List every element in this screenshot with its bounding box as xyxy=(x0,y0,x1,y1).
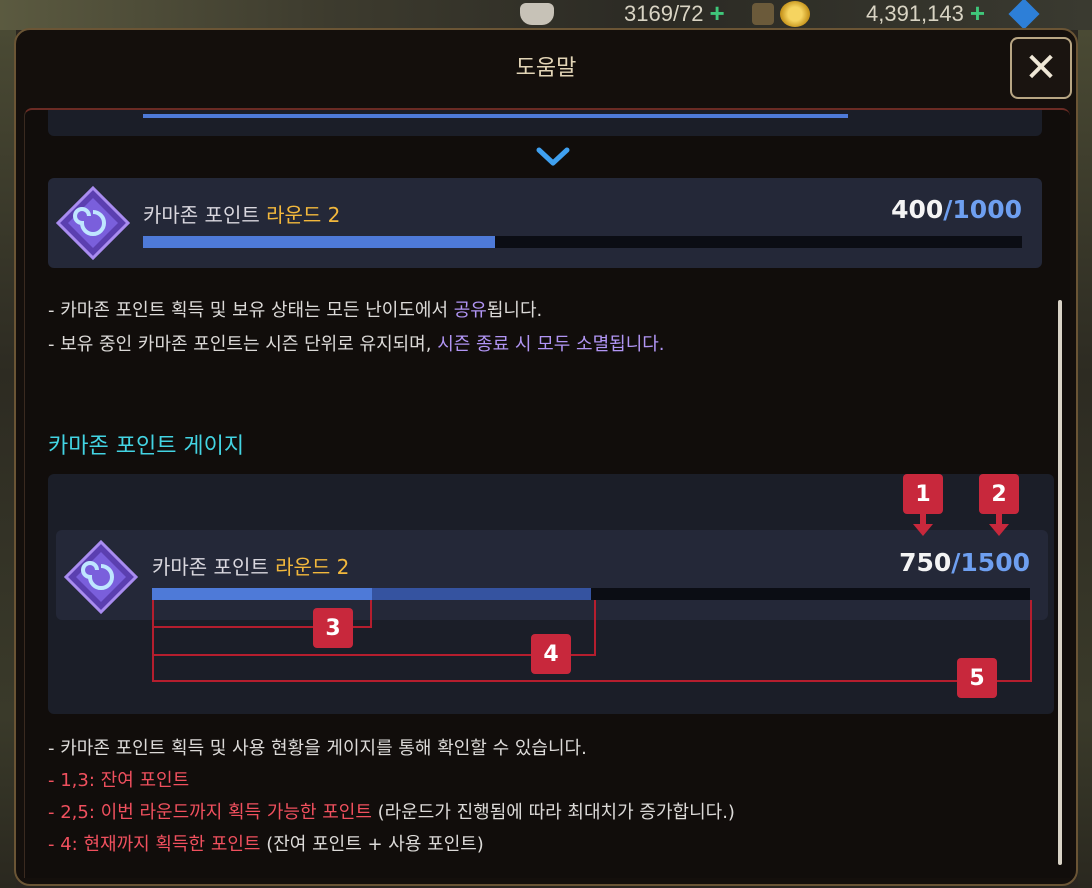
marker-3: 3 xyxy=(313,608,353,648)
gauge-note-text: (라운드가 진행됨에 따라 최대치가 증가합니다.) xyxy=(371,802,735,823)
stamina-counter: 3169/72 + xyxy=(520,0,725,29)
marker-2: 2 xyxy=(979,474,1019,514)
round-label: 라운드 2 xyxy=(275,555,350,579)
bag-icon xyxy=(752,2,774,25)
gold-plus-icon[interactable]: + xyxy=(970,0,985,29)
gauge-note-key: - 4: 현재까지 획득한 포인트 xyxy=(48,834,261,855)
note-season: - 보유 중인 카마존 포인트는 시즌 단위로 유지되며, 시즌 종료 시 모두… xyxy=(48,330,665,356)
gauge-point-label: 카마존 포인트 라운드 2 xyxy=(152,551,349,580)
note-shared: - 카마존 포인트 획득 및 보유 상태는 모든 난이도에서 공유됩니다. xyxy=(48,296,542,322)
close-button[interactable]: ✕ xyxy=(1010,37,1072,99)
game-background-right xyxy=(1078,30,1092,888)
point-label-prefix: 카마존 포인트 xyxy=(143,203,267,227)
point-label: 카마존 포인트 라운드 2 xyxy=(143,199,340,228)
point-max: /1000 xyxy=(943,195,1022,224)
arrow-down-icon xyxy=(913,514,933,536)
gauge-note-text: (잔여 포인트 + 사용 포인트) xyxy=(260,834,484,855)
gauge-note-key: - 1,3: 잔여 포인트 xyxy=(48,770,190,791)
gauge-note: - 카마존 포인트 획득 및 사용 현황을 게이지를 통해 확인할 수 있습니다… xyxy=(48,734,587,760)
content-scrollbar[interactable] xyxy=(1058,300,1062,865)
gold-value: 4,391,143 xyxy=(866,0,964,26)
kamazone-gem-icon xyxy=(56,186,130,260)
gauge-note-key: - 2,5: 이번 라운드까지 획득 가능한 포인트 xyxy=(48,802,372,823)
kamazone-gem-icon xyxy=(64,540,138,614)
stamina-plus-icon[interactable]: + xyxy=(710,0,725,29)
note-highlight: 공유 xyxy=(453,300,487,321)
note-highlight: 시즌 종료 시 모두 소멸됩니다. xyxy=(437,334,665,355)
remaining-points-fill xyxy=(152,588,372,600)
chevron-down-icon xyxy=(536,147,570,166)
gauge-note-text: - 카마존 포인트 획득 및 사용 현황을 게이지를 통해 확인할 수 있습니다… xyxy=(48,738,587,759)
previous-card xyxy=(48,110,1042,136)
gem-currency-icon xyxy=(1008,0,1040,30)
round-label: 라운드 2 xyxy=(266,203,341,227)
gold-coin-icon xyxy=(780,0,810,27)
gold-counter: 4,391,143 + xyxy=(752,0,1040,30)
previous-progress-bar xyxy=(143,114,848,118)
marker-1: 1 xyxy=(903,474,943,514)
marker-5: 5 xyxy=(957,658,997,698)
point-progress-fill xyxy=(143,236,495,248)
dialog-title: 도움말 xyxy=(515,56,577,81)
note-text: - 카마존 포인트 획득 및 보유 상태는 모든 난이도에서 xyxy=(48,300,454,321)
bracket-max xyxy=(152,600,1032,682)
gauge-note: - 4: 현재까지 획득한 포인트 (잔여 포인트 + 사용 포인트) xyxy=(48,830,484,856)
coffee-cup-icon xyxy=(520,2,554,25)
marker-4: 4 xyxy=(531,634,571,674)
gauge-note: - 1,3: 잔여 포인트 xyxy=(48,766,189,792)
gauge-note: - 2,5: 이번 라운드까지 획득 가능한 포인트 (라운드가 진행됨에 따라… xyxy=(48,798,735,824)
point-value: 400/1000 xyxy=(891,195,1022,224)
gauge-progress-bar xyxy=(152,588,1030,600)
gauge-point-value: 750/1500 xyxy=(899,548,1030,577)
point-current: 750 xyxy=(899,548,952,577)
point-max: /1500 xyxy=(951,548,1030,577)
note-text: - 보유 중인 카마존 포인트는 시즌 단위로 유지되며, xyxy=(48,334,438,355)
point-progress-bar xyxy=(143,236,1022,248)
point-current: 400 xyxy=(891,195,944,224)
arrow-down-icon xyxy=(989,514,1009,536)
section-title-gauge: 카마존 포인트 게이지 xyxy=(48,434,245,459)
stamina-value: 3169/72 xyxy=(624,0,704,26)
close-icon: ✕ xyxy=(1024,45,1058,91)
note-text: 됩니다. xyxy=(486,300,543,321)
point-label-prefix: 카마존 포인트 xyxy=(152,555,276,579)
